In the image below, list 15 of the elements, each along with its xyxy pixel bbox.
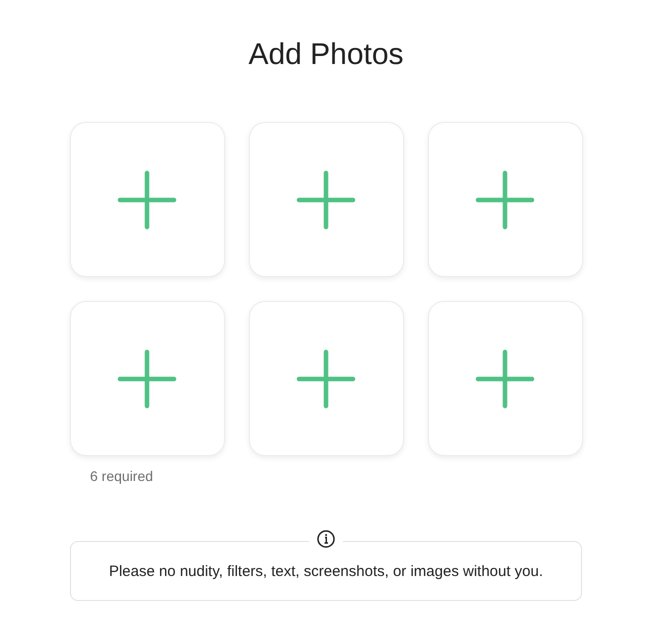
page-title: Add Photos bbox=[248, 37, 404, 73]
plus-icon bbox=[117, 170, 177, 230]
plus-icon bbox=[296, 170, 356, 230]
plus-icon bbox=[475, 348, 535, 408]
add-photo-tile[interactable] bbox=[248, 122, 404, 277]
plus-icon bbox=[475, 170, 535, 230]
add-photo-tile[interactable] bbox=[70, 122, 224, 277]
notice-text: Please no nudity, filters, text, screenshots, or images without you. bbox=[108, 563, 544, 580]
add-photo-tile[interactable] bbox=[428, 122, 582, 277]
plus-icon bbox=[117, 348, 177, 408]
requirement-note: 6 required bbox=[90, 468, 154, 484]
plus-icon bbox=[296, 348, 356, 408]
add-photo-tile[interactable] bbox=[70, 301, 224, 456]
add-photo-tile[interactable] bbox=[248, 301, 404, 456]
add-photo-tile[interactable] bbox=[428, 301, 582, 456]
